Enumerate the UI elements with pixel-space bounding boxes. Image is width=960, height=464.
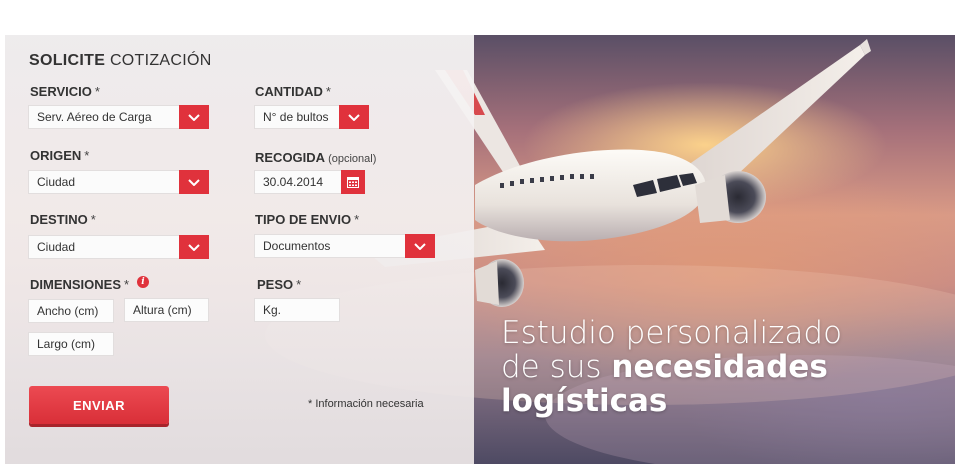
enviar-button[interactable]: ENVIAR xyxy=(29,386,169,424)
tagline-line-1: Estudio personalizado xyxy=(501,315,843,351)
calendar-icon xyxy=(347,177,359,188)
chevron-down-icon xyxy=(414,243,426,250)
cantidad-select[interactable]: N° de bultos xyxy=(254,105,340,129)
chevron-down-icon xyxy=(348,114,360,121)
chevron-down-icon xyxy=(188,179,200,186)
required-note: * Información necesaria xyxy=(308,398,424,410)
tipo-envio-select[interactable]: Documentos xyxy=(254,234,406,258)
destino-dropdown-button[interactable] xyxy=(179,235,209,259)
recogida-label: RECOGIDA (opcional) xyxy=(255,150,377,165)
info-icon[interactable]: i xyxy=(137,276,149,288)
hero-tagline: Estudio personalizado de sus necesidades… xyxy=(501,316,842,418)
destino-select[interactable]: Ciudad xyxy=(28,235,180,259)
chevron-down-icon xyxy=(188,114,200,121)
altura-input[interactable]: Altura (cm) xyxy=(124,298,209,322)
form-title: SOLICITE COTIZACIÓN xyxy=(29,52,212,69)
chevron-down-icon xyxy=(188,244,200,251)
servicio-label: SERVICIO * xyxy=(30,84,100,99)
ancho-input[interactable]: Ancho (cm) xyxy=(28,299,114,323)
largo-input[interactable]: Largo (cm) xyxy=(28,332,114,356)
origen-label: ORIGEN * xyxy=(30,148,90,163)
tagline-line-2: de sus necesidades xyxy=(501,349,828,385)
peso-label: PESO * xyxy=(257,277,302,292)
quote-widget: SOLICITE COTIZACIÓN SERVICIO * Serv. Aére… xyxy=(0,0,960,464)
origen-select[interactable]: Ciudad xyxy=(28,170,180,194)
date-picker-button[interactable] xyxy=(341,170,365,194)
servicio-dropdown-button[interactable] xyxy=(179,105,209,129)
servicio-select[interactable]: Serv. Aéreo de Carga xyxy=(28,105,180,129)
tipo-envio-dropdown-button[interactable] xyxy=(405,234,435,258)
tipo-envio-label: TIPO DE ENVIO * xyxy=(255,212,360,227)
cantidad-label: CANTIDAD * xyxy=(255,84,331,99)
recogida-date-input[interactable]: 30.04.2014 xyxy=(254,170,342,194)
destino-label: DESTINO * xyxy=(30,212,96,227)
origen-dropdown-button[interactable] xyxy=(179,170,209,194)
cantidad-dropdown-button[interactable] xyxy=(339,105,369,129)
tagline-line-3: logísticas xyxy=(501,383,668,419)
peso-input[interactable]: Kg. xyxy=(254,298,340,322)
dimensiones-label: DIMENSIONES * xyxy=(30,277,130,292)
